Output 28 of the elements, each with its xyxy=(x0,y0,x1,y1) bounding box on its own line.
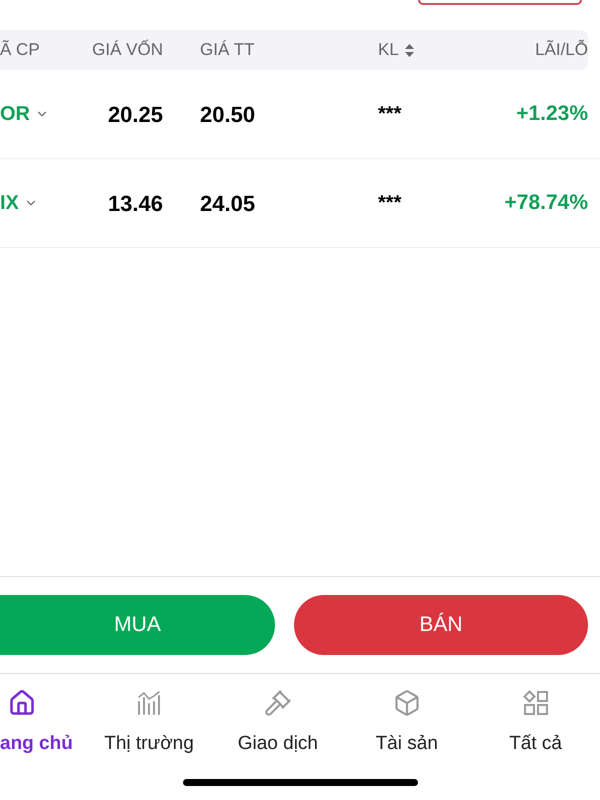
sell-button[interactable]: BÁN xyxy=(294,595,588,655)
column-header: LÃI/LỖ xyxy=(535,38,588,62)
volume-cell-text: *** xyxy=(378,191,402,216)
nav-tab[interactable]: Giao dịch xyxy=(213,688,342,758)
cost-price-cell: 13.46 xyxy=(108,190,163,216)
volume-cell-text: *** xyxy=(378,102,402,127)
ticker-cell[interactable]: OR xyxy=(0,99,30,129)
market-price-cell: 20.50 xyxy=(200,102,256,126)
nav-tab[interactable]: Thị trường xyxy=(84,688,214,758)
bar-chart-icon xyxy=(136,690,162,716)
nav-tab[interactable]: Tất cả xyxy=(471,688,600,758)
column-header[interactable]: KL xyxy=(378,37,399,63)
grid-icon xyxy=(522,690,549,716)
gavel-icon xyxy=(264,689,292,717)
profit-loss-cell: +1.23% xyxy=(516,102,588,126)
column-header: GIÁ VỐN xyxy=(92,40,163,60)
column-header: Ã CP xyxy=(0,39,40,62)
cost-price-cell: 20.25 xyxy=(108,102,163,126)
sort-icon[interactable] xyxy=(404,44,414,56)
nav-tab[interactable]: Tài sản xyxy=(342,688,472,758)
nav-tab[interactable]: ang chủ xyxy=(0,688,85,758)
home-icon xyxy=(8,689,36,717)
market-price-cell: 24.05 xyxy=(200,190,256,216)
outline-button[interactable] xyxy=(418,0,582,5)
cube-icon xyxy=(392,689,421,717)
column-header: GIÁ TT xyxy=(200,40,254,60)
ticker-cell[interactable]: IX xyxy=(0,188,19,218)
profit-loss-cell: +78.74% xyxy=(504,191,588,214)
